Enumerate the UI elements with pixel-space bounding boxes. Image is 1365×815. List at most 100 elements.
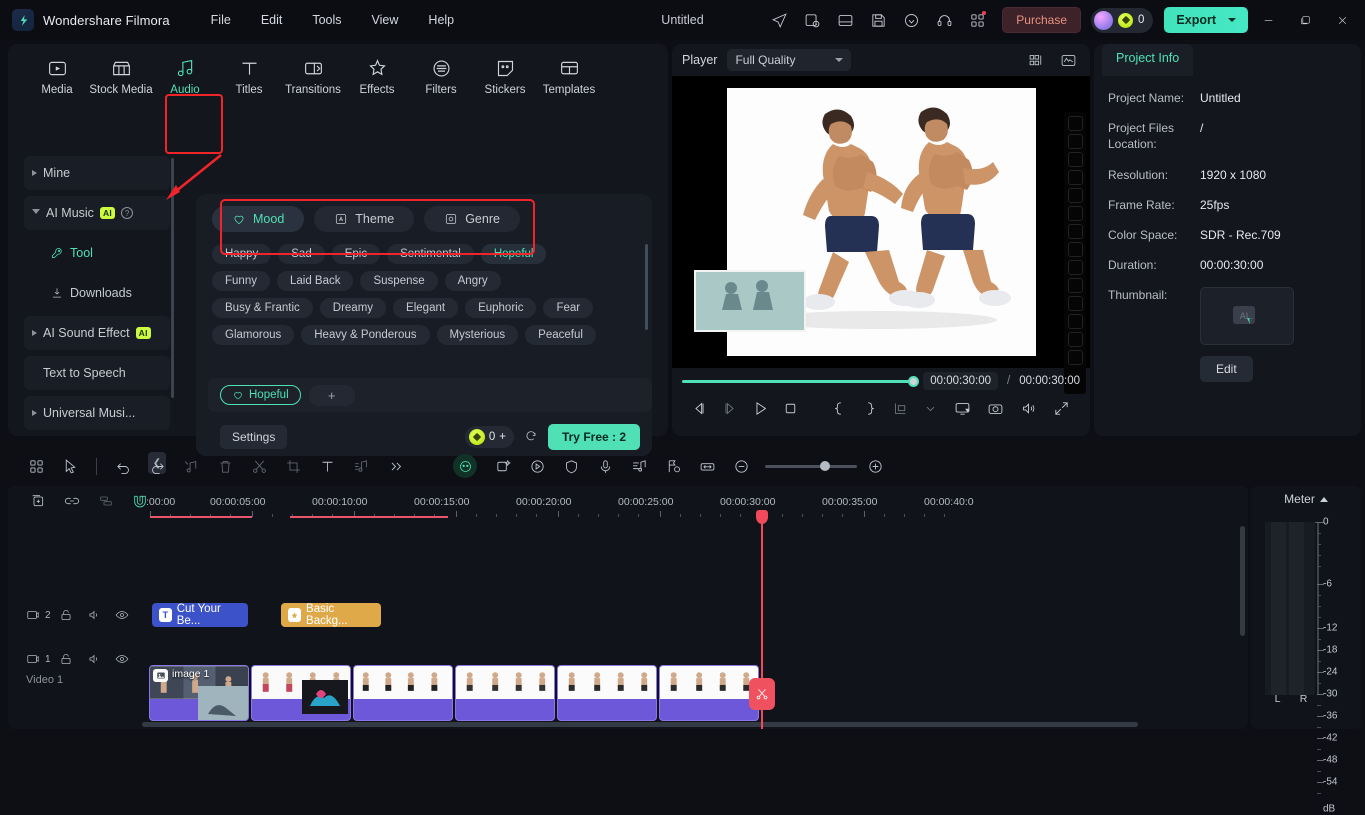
crop-icon[interactable] bbox=[277, 452, 309, 480]
delete-icon[interactable] bbox=[209, 452, 241, 480]
split-icon[interactable] bbox=[243, 452, 275, 480]
tab-filters[interactable]: Filters bbox=[410, 52, 472, 101]
sidebar-item-ai-sound-effect[interactable]: AI Sound Effect AI bbox=[24, 316, 170, 350]
selected-chip-hopeful[interactable]: Hopeful bbox=[220, 385, 301, 405]
pip-icon[interactable] bbox=[946, 394, 979, 422]
mute-icon[interactable] bbox=[81, 648, 107, 670]
tab-theme[interactable]: Theme bbox=[314, 206, 415, 232]
tag-happy[interactable]: Happy bbox=[212, 244, 272, 264]
sidebar-item-universal-music[interactable]: Universal Musi... bbox=[24, 396, 170, 430]
ai-face-icon[interactable] bbox=[453, 454, 477, 478]
menu-tools[interactable]: Tools bbox=[301, 9, 352, 31]
mark-in-icon[interactable] bbox=[824, 394, 854, 422]
tag-euphoric[interactable]: Euphoric bbox=[465, 298, 537, 318]
mute-icon[interactable] bbox=[81, 604, 107, 626]
tab-audio[interactable]: Audio bbox=[154, 52, 216, 101]
timeline-hscrollbar[interactable] bbox=[142, 722, 1138, 727]
tab-effects[interactable]: Effects bbox=[346, 52, 408, 101]
tag-fear[interactable]: Fear bbox=[543, 298, 594, 318]
shield-icon[interactable] bbox=[555, 452, 587, 480]
snapshot-group-icon[interactable] bbox=[885, 394, 915, 422]
credit-cost[interactable]: 0 + bbox=[464, 426, 514, 448]
help-icon[interactable]: ? bbox=[121, 207, 134, 219]
apps-icon[interactable] bbox=[962, 6, 992, 34]
clip-video-3[interactable] bbox=[353, 665, 453, 721]
visibility-icon[interactable] bbox=[109, 648, 135, 670]
tab-titles[interactable]: Titles bbox=[218, 52, 280, 101]
timeline-vscrollbar[interactable] bbox=[1240, 526, 1245, 636]
sidebar-item-downloads[interactable]: Downloads bbox=[24, 276, 170, 310]
sidebar-item-text-to-speech[interactable]: Text to Speech bbox=[24, 356, 170, 390]
avatar[interactable] bbox=[1094, 10, 1113, 30]
zoom-out-button[interactable] bbox=[725, 452, 757, 480]
clip-video-5[interactable] bbox=[557, 665, 657, 721]
link-icon[interactable] bbox=[56, 487, 88, 515]
timeline-zoom-slider[interactable] bbox=[765, 461, 857, 471]
waveform-icon[interactable] bbox=[1056, 49, 1080, 71]
tag-angry[interactable]: Angry bbox=[444, 271, 501, 291]
tag-epic[interactable]: Epic bbox=[331, 244, 381, 264]
clip-effect-basic-background[interactable]: Basic Backg... bbox=[281, 603, 381, 627]
text-icon[interactable] bbox=[311, 452, 343, 480]
tag-laid-back[interactable]: Laid Back bbox=[276, 271, 354, 291]
export-task-icon[interactable] bbox=[797, 6, 827, 34]
tag-peaceful[interactable]: Peaceful bbox=[525, 325, 596, 345]
mark-out-icon[interactable] bbox=[855, 394, 885, 422]
clip-video-2[interactable] bbox=[251, 665, 351, 721]
menu-edit[interactable]: Edit bbox=[250, 9, 294, 31]
clip-video-4[interactable] bbox=[455, 665, 555, 721]
tab-stickers[interactable]: Stickers bbox=[474, 52, 536, 101]
prev-frame-icon[interactable] bbox=[684, 394, 714, 422]
add-track-icon[interactable] bbox=[22, 487, 54, 515]
credit-plus[interactable]: + bbox=[499, 431, 506, 443]
fit-icon[interactable] bbox=[691, 452, 723, 480]
fullscreen-icon[interactable] bbox=[1045, 394, 1078, 422]
volume-icon[interactable] bbox=[1012, 394, 1045, 422]
record-voice-icon[interactable] bbox=[589, 452, 621, 480]
clip-video-1[interactable]: image 1 bbox=[149, 665, 249, 721]
tag-elegant[interactable]: Elegant bbox=[393, 298, 459, 318]
grid-view-icon[interactable] bbox=[1024, 49, 1048, 71]
close-button[interactable] bbox=[1325, 2, 1359, 38]
zoom-knob[interactable] bbox=[820, 461, 830, 471]
clip-video-6[interactable] bbox=[659, 665, 759, 721]
beat-detect-icon[interactable] bbox=[623, 452, 655, 480]
tag-glamorous[interactable]: Glamorous bbox=[212, 325, 295, 345]
lock-icon[interactable] bbox=[53, 604, 79, 626]
tag-heavy-ponderous[interactable]: Heavy & Ponderous bbox=[301, 325, 430, 345]
purchase-button[interactable]: Purchase bbox=[1002, 7, 1081, 33]
try-free-button[interactable]: Try Free : 2 bbox=[547, 424, 640, 450]
menu-view[interactable]: View bbox=[361, 9, 410, 31]
tag-busy-frantic[interactable]: Busy & Frantic bbox=[212, 298, 313, 318]
sidebar-item-mine[interactable]: Mine bbox=[24, 156, 170, 190]
ch evron-up-icon[interactable] bbox=[1319, 496, 1328, 502]
tab-transitions[interactable]: Transitions bbox=[282, 52, 344, 101]
tab-stock-media[interactable]: Stock Media bbox=[89, 52, 153, 101]
meter-header[interactable]: Meter bbox=[1251, 486, 1361, 512]
camera-icon[interactable] bbox=[979, 394, 1012, 422]
send-icon[interactable] bbox=[764, 6, 794, 34]
cloud-icon[interactable] bbox=[896, 6, 926, 34]
tab-project-info[interactable]: Project Info bbox=[1102, 44, 1194, 76]
support-icon[interactable] bbox=[929, 6, 959, 34]
tab-genre[interactable]: Genre bbox=[424, 206, 520, 232]
next-frame-icon[interactable] bbox=[714, 394, 744, 422]
auto-reframe-icon[interactable] bbox=[521, 452, 553, 480]
tab-templates[interactable]: Templates bbox=[538, 52, 600, 101]
sidebar-item-ai-music[interactable]: AI Music AI ? bbox=[24, 196, 170, 230]
quality-select[interactable]: Full Quality bbox=[727, 49, 852, 71]
account-credits[interactable]: 0 bbox=[1091, 7, 1154, 33]
select-tool-icon[interactable] bbox=[54, 452, 86, 480]
sidebar-scrollbar[interactable] bbox=[171, 158, 174, 398]
smart-cutout-icon[interactable] bbox=[487, 452, 519, 480]
timeline-ruler[interactable]: :00:00 00:00:05:00 00:00:10:00 00:00:15:… bbox=[142, 486, 1248, 520]
undo-icon[interactable] bbox=[107, 452, 139, 480]
maximize-button[interactable] bbox=[1288, 2, 1322, 38]
lock-icon[interactable] bbox=[53, 648, 79, 670]
audio-mix-icon[interactable] bbox=[345, 452, 377, 480]
tab-mood[interactable]: Mood bbox=[212, 206, 305, 232]
save-icon[interactable] bbox=[863, 6, 893, 34]
tag-dreamy[interactable]: Dreamy bbox=[319, 298, 387, 318]
tag-sad[interactable]: Sad bbox=[278, 244, 325, 264]
split-clip-button[interactable] bbox=[749, 678, 775, 710]
